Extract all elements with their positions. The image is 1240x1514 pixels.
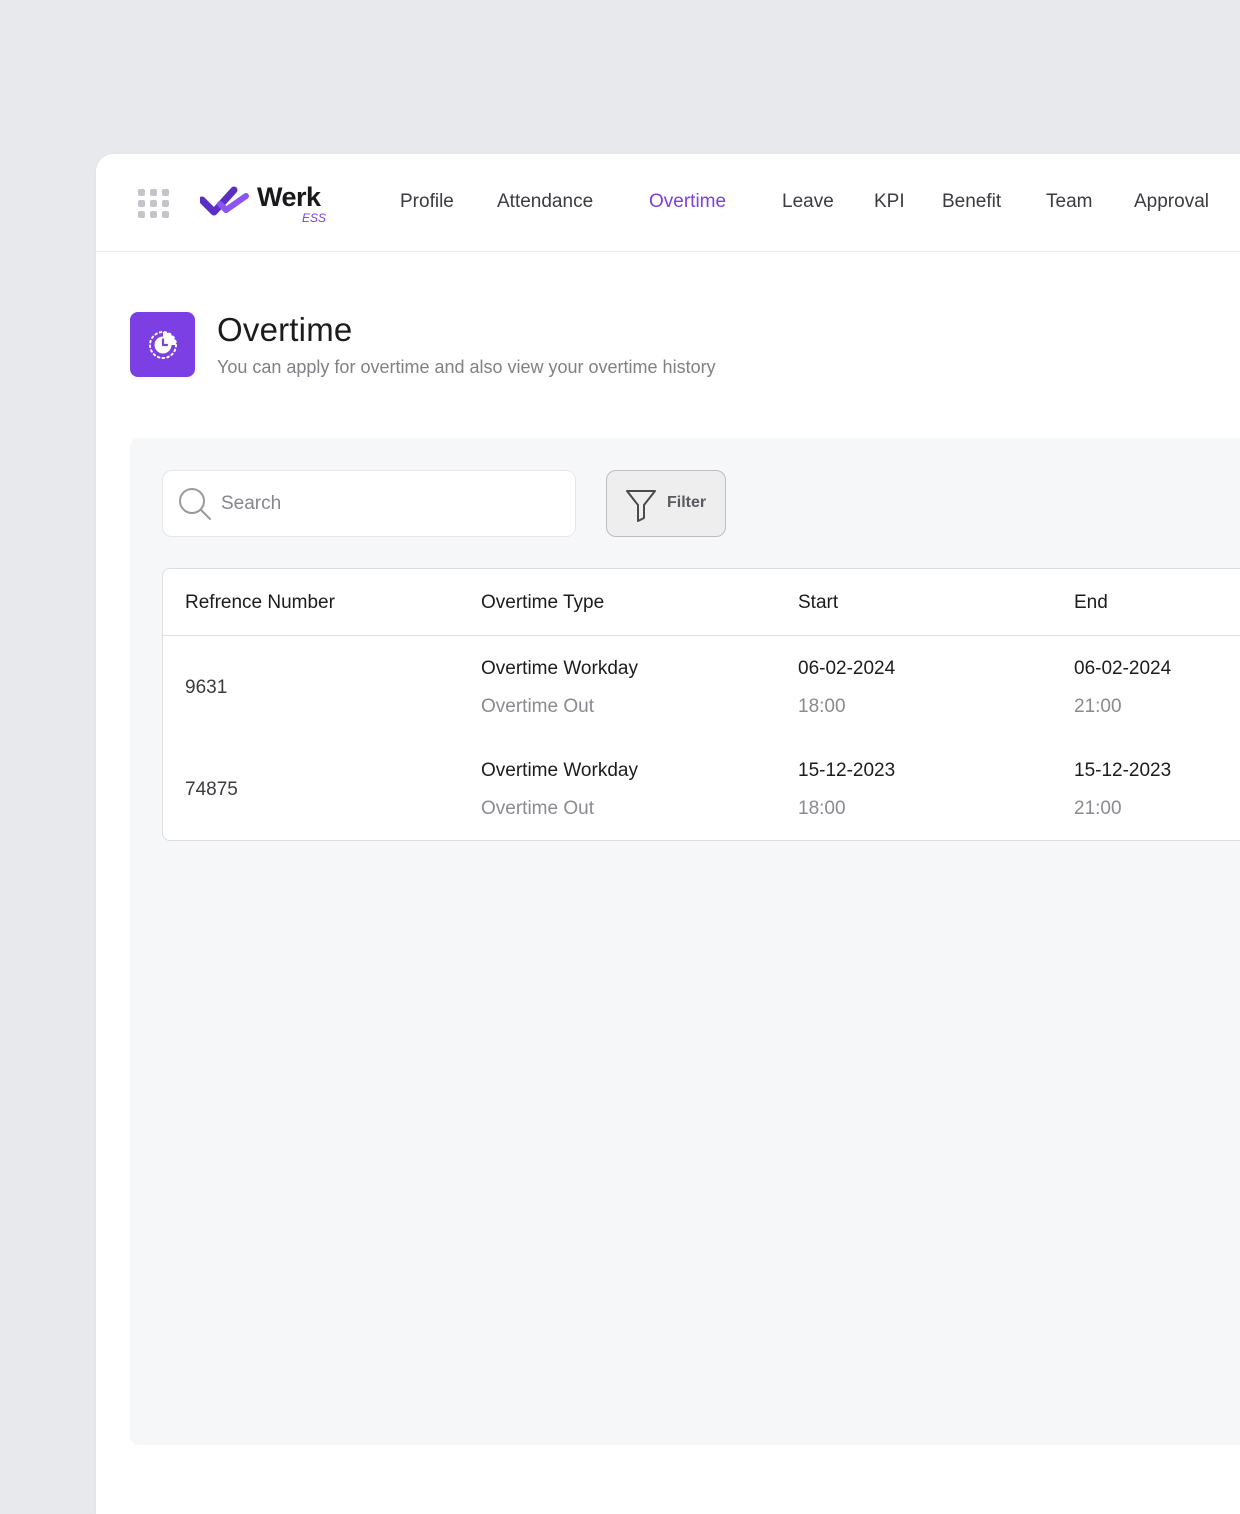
search-icon [179, 488, 211, 520]
werk-check-logo-icon [200, 186, 249, 216]
top-navigation-bar: Werk ESS Profile Attendance Overtime Lea… [96, 154, 1240, 252]
brand-name: Werk [257, 182, 321, 212]
page-subtitle: You can apply for overtime and also view… [217, 357, 716, 377]
overtime-table: Refrence Number Overtime Type Start End … [162, 568, 1240, 841]
end-date: 15-12-2023 [1074, 760, 1172, 781]
filter-button[interactable]: Filter [606, 470, 726, 537]
page-icon-badge [130, 312, 195, 377]
end-time: 21:00 [1074, 798, 1122, 819]
brand-logo[interactable]: Werk ESS [200, 182, 330, 228]
reference-number: 9631 [185, 677, 228, 698]
nav-item-approval[interactable]: Approval [1134, 191, 1209, 213]
overtime-subtype: Overtime Out [481, 696, 594, 717]
table-row[interactable]: 9631 Overtime Workday Overtime Out 06-02… [163, 636, 1240, 738]
overtime-subtype: Overtime Out [481, 798, 594, 819]
start-date: 15-12-2023 [798, 760, 896, 781]
nav-item-team[interactable]: Team [1046, 191, 1092, 213]
nav-item-overtime[interactable]: Overtime [649, 191, 726, 213]
reference-number: 74875 [185, 779, 238, 800]
column-header-end[interactable]: End [1074, 592, 1108, 614]
overtime-clock-icon [148, 330, 177, 359]
overtime-type: Overtime Workday [481, 760, 638, 781]
nav-item-attendance[interactable]: Attendance [497, 191, 593, 213]
funnel-filter-icon [626, 490, 656, 522]
search-box [162, 470, 576, 537]
end-time: 21:00 [1074, 696, 1122, 717]
nav-item-profile[interactable]: Profile [400, 191, 454, 213]
content-panel: Filter Refrence Number Overtime Type Sta… [130, 438, 1240, 1445]
column-header-reference[interactable]: Refrence Number [185, 592, 335, 614]
search-input[interactable] [221, 485, 551, 523]
nav-item-kpi[interactable]: KPI [874, 191, 905, 213]
filter-button-label: Filter [667, 494, 707, 511]
start-time: 18:00 [798, 798, 846, 819]
column-header-overtime-type[interactable]: Overtime Type [481, 592, 604, 614]
page-title: Overtime [217, 311, 353, 348]
app-launcher-grid-icon[interactable] [138, 189, 170, 218]
column-header-start[interactable]: Start [798, 592, 838, 614]
nav-item-benefit[interactable]: Benefit [942, 191, 1001, 213]
table-header: Refrence Number Overtime Type Start End [163, 569, 1240, 636]
overtime-type: Overtime Workday [481, 658, 638, 679]
nav-item-leave[interactable]: Leave [782, 191, 834, 213]
app-window: Werk ESS Profile Attendance Overtime Lea… [96, 154, 1240, 1514]
start-date: 06-02-2024 [798, 658, 896, 679]
table-row[interactable]: 74875 Overtime Workday Overtime Out 15-1… [163, 738, 1240, 840]
brand-subtitle: ESS [302, 211, 327, 225]
start-time: 18:00 [798, 696, 846, 717]
end-date: 06-02-2024 [1074, 658, 1172, 679]
